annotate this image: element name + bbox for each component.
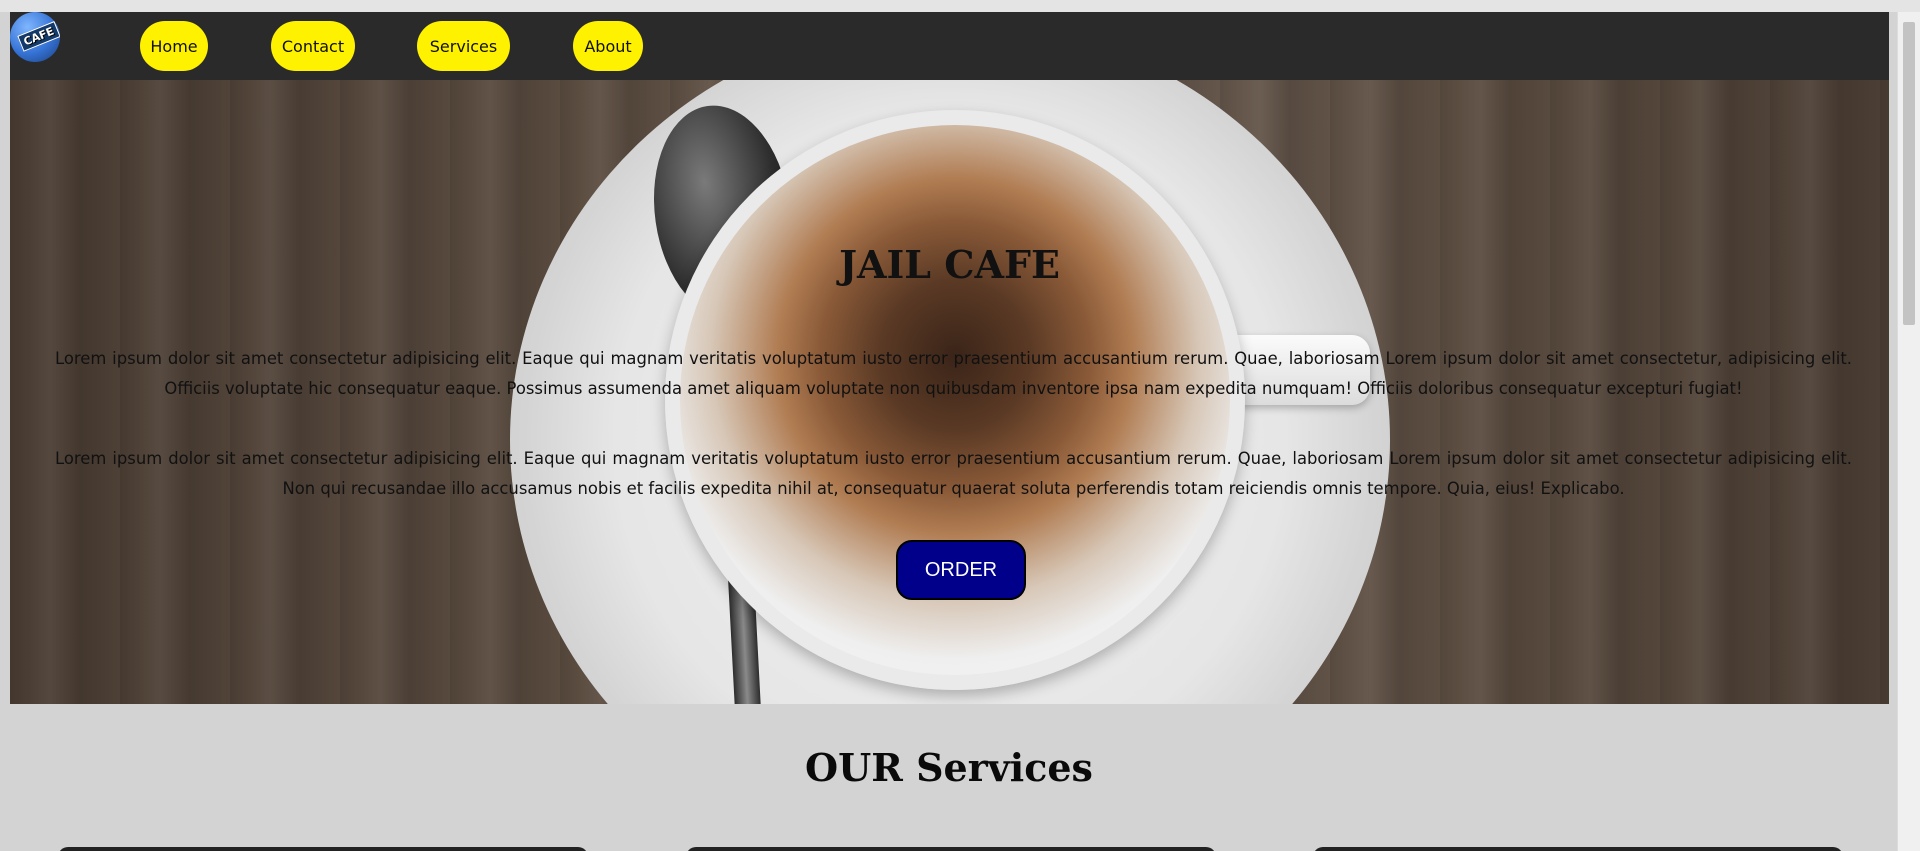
hero-title: JAIL CAFE [839, 242, 1060, 287]
logo-text: CAFE [17, 21, 60, 52]
service-card [58, 847, 588, 851]
vertical-scrollbar[interactable] [1897, 12, 1920, 851]
hero-paragraph-2: Lorem ipsum dolor sit amet consectetur a… [55, 449, 1852, 498]
order-button[interactable]: ORDER [896, 540, 1026, 600]
navbar: CAFE Home Contact Services About [10, 12, 1889, 80]
nav-services-button[interactable]: Services [417, 21, 510, 71]
page: CAFE Home Contact Services About JAIL CA… [0, 12, 1898, 851]
nav-about-button[interactable]: About [573, 21, 643, 71]
services-heading: OUR Services [805, 745, 1093, 790]
service-card [1313, 847, 1843, 851]
hero-paragraph-1: Lorem ipsum dolor sit amet consectetur a… [55, 349, 1852, 398]
hero-section: JAIL CAFE Lorem ipsum dolor sit amet con… [10, 80, 1889, 704]
service-card [686, 847, 1216, 851]
nav-contact-button[interactable]: Contact [271, 21, 355, 71]
nav-home-button[interactable]: Home [140, 21, 208, 71]
cafe-logo[interactable]: CAFE [10, 12, 60, 62]
scrollbar-thumb[interactable] [1903, 22, 1915, 325]
